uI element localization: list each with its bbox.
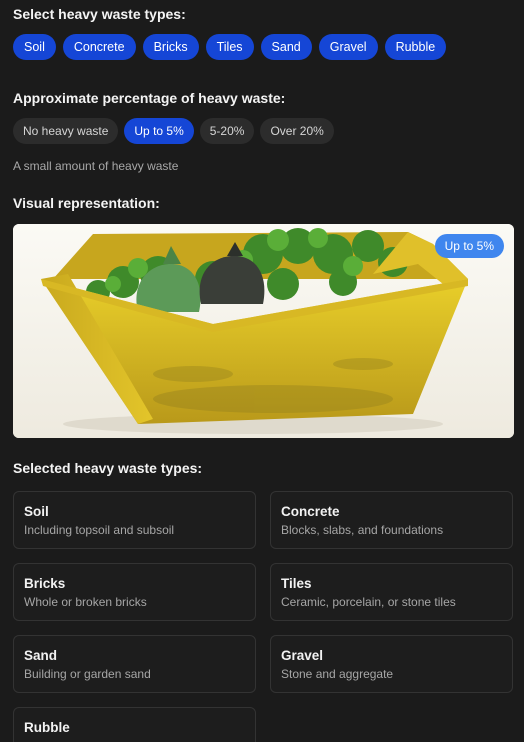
card-description: Building or garden sand — [24, 667, 151, 681]
waste-type-sand[interactable]: Sand — [260, 34, 312, 60]
selected-card-gravel: Gravel Stone and aggregate — [270, 635, 513, 693]
card-description: Blocks, slabs, and foundations — [281, 523, 444, 537]
waste-types-heading: Select heavy waste types: — [13, 6, 186, 22]
selected-card-rubble: Rubble — [13, 707, 256, 742]
selected-card-concrete: Concrete Blocks, slabs, and foundations — [270, 491, 513, 549]
percentage-options: No heavy waste Up to 5% 5-20% Over 20% — [13, 118, 334, 144]
card-description: Whole or broken bricks — [24, 595, 147, 609]
visual-heading: Visual representation: — [13, 195, 160, 211]
card-title: Gravel — [281, 648, 324, 663]
selected-card-tiles: Tiles Ceramic, porcelain, or stone tiles — [270, 563, 513, 621]
percentage-option-over-20[interactable]: Over 20% — [260, 118, 334, 144]
card-title: Bricks — [24, 576, 66, 591]
skip-illustration: Up to 5% — [13, 224, 514, 438]
waste-type-bricks[interactable]: Bricks — [142, 34, 199, 60]
percentage-heading: Approximate percentage of heavy waste: — [13, 90, 286, 106]
waste-type-pills: Soil Concrete Bricks Tiles Sand Gravel R… — [13, 34, 447, 60]
waste-type-gravel[interactable]: Gravel — [318, 34, 378, 60]
card-description: Including topsoil and subsoil — [24, 523, 175, 537]
card-title: Sand — [24, 648, 58, 663]
percentage-option-none[interactable]: No heavy waste — [13, 118, 119, 144]
visual-badge: Up to 5% — [434, 234, 504, 258]
card-description: Stone and aggregate — [281, 667, 394, 681]
skip-image — [13, 224, 514, 438]
waste-type-concrete[interactable]: Concrete — [62, 34, 136, 60]
card-title: Soil — [24, 504, 49, 519]
percentage-option-up-to-5[interactable]: Up to 5% — [124, 118, 194, 144]
card-title: Tiles — [281, 576, 312, 591]
selected-types-heading: Selected heavy waste types: — [13, 460, 203, 476]
waste-type-tiles[interactable]: Tiles — [205, 34, 254, 60]
card-title: Concrete — [281, 504, 340, 519]
selected-card-soil: Soil Including topsoil and subsoil — [13, 491, 256, 549]
percentage-helper-text: A small amount of heavy waste — [13, 159, 179, 173]
card-title: Rubble — [24, 720, 70, 735]
percentage-option-5-20[interactable]: 5-20% — [199, 118, 255, 144]
selected-card-bricks: Bricks Whole or broken bricks — [13, 563, 256, 621]
selected-card-sand: Sand Building or garden sand — [13, 635, 256, 693]
card-description: Ceramic, porcelain, or stone tiles — [281, 595, 456, 609]
waste-type-rubble[interactable]: Rubble — [384, 34, 447, 60]
waste-type-soil[interactable]: Soil — [13, 34, 56, 60]
